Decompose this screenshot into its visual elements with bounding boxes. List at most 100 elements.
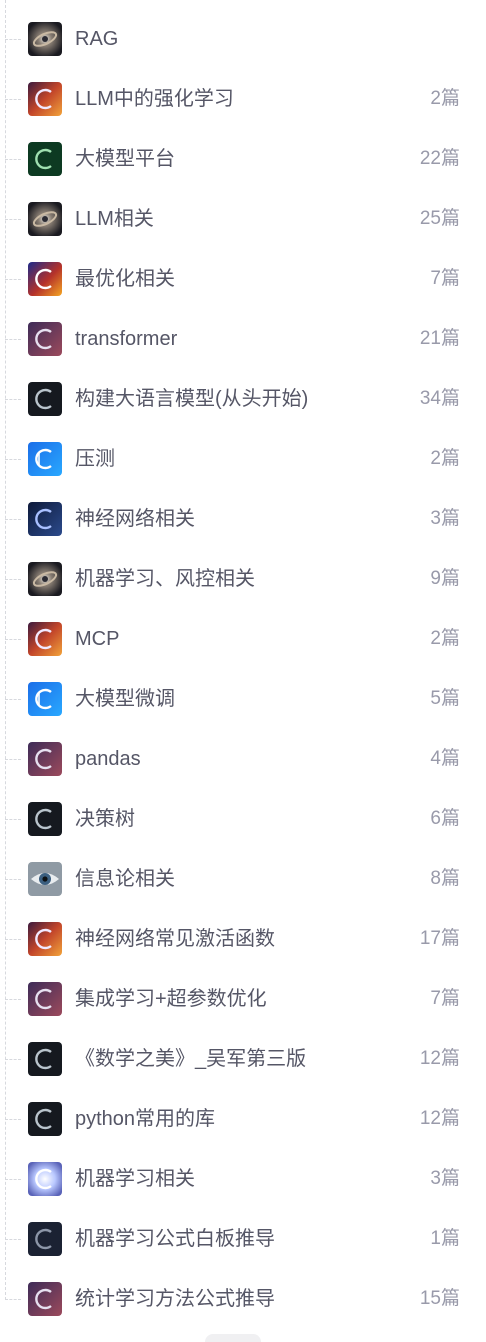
article-count: 3篇 bbox=[430, 508, 460, 529]
category-item-statistical-learning[interactable]: 统计学习方法公式推导 15篇 bbox=[0, 1260, 486, 1320]
tree-branch bbox=[5, 1299, 21, 1300]
tree-branch bbox=[5, 999, 21, 1000]
vortex-thumbnail-icon bbox=[28, 202, 62, 236]
category-item-neural-networks[interactable]: 神经网络相关 3篇 bbox=[0, 480, 486, 540]
blue-c-thumbnail-icon bbox=[28, 442, 62, 476]
category-item-ml-whiteboard[interactable]: 机器学习公式白板推导 1篇 bbox=[0, 1200, 486, 1260]
purple-c-thumbnail-icon bbox=[28, 322, 62, 356]
article-count: 3篇 bbox=[430, 1168, 460, 1189]
category-item-rag[interactable]: RAG bbox=[0, 0, 486, 60]
category-item-llm-rl[interactable]: LLM中的强化学习 2篇 bbox=[0, 60, 486, 120]
category-item-optimization[interactable]: 最优化相关 7篇 bbox=[0, 240, 486, 300]
dark-c-thumbnail-icon bbox=[28, 502, 62, 536]
tree-branch bbox=[5, 1239, 21, 1240]
category-item-decision-tree[interactable]: 决策树 6篇 bbox=[0, 780, 486, 840]
category-name: 压测 bbox=[75, 448, 115, 470]
article-count: 8篇 bbox=[430, 868, 460, 889]
category-name: 神经网络相关 bbox=[75, 508, 195, 530]
category-tree: RAG LLM中的强化学习 2篇 大模型平台 22篇 LLM相关 25篇 最优化… bbox=[0, 0, 486, 1342]
category-name: 信息论相关 bbox=[75, 868, 175, 890]
vortex-thumbnail-icon bbox=[28, 22, 62, 56]
category-name: LLM相关 bbox=[75, 208, 154, 230]
category-name: 机器学习相关 bbox=[75, 1168, 195, 1190]
purple-c-thumbnail-icon bbox=[28, 742, 62, 776]
tree-branch bbox=[5, 279, 21, 280]
vortex-thumbnail-icon bbox=[28, 562, 62, 596]
article-count: 5篇 bbox=[430, 688, 460, 709]
tree-branch bbox=[5, 39, 21, 40]
tree-branch bbox=[5, 699, 21, 700]
article-count: 22篇 bbox=[419, 148, 460, 169]
category-item-load-test[interactable]: 压测 2篇 bbox=[0, 420, 486, 480]
article-count: 7篇 bbox=[430, 988, 460, 1009]
article-count: 9篇 bbox=[430, 568, 460, 589]
category-name: python常用的库 bbox=[75, 1108, 216, 1130]
category-name: 《数学之美》_吴军第三版 bbox=[75, 1048, 307, 1070]
category-name: 机器学习公式白板推导 bbox=[75, 1228, 275, 1250]
tree-branch bbox=[5, 1059, 21, 1060]
category-item-llm-related[interactable]: LLM相关 25篇 bbox=[0, 180, 486, 240]
tree-branch bbox=[5, 1179, 21, 1180]
dark-c-thumbnail-icon bbox=[28, 1042, 62, 1076]
category-name: MCP bbox=[75, 628, 120, 650]
tree-branch bbox=[5, 819, 21, 820]
article-count: 21篇 bbox=[419, 328, 460, 349]
category-item-ensemble-learning[interactable]: 集成学习+超参数优化 7篇 bbox=[0, 960, 486, 1020]
category-item-activation-functions[interactable]: 神经网络常见激活函数 17篇 bbox=[0, 900, 486, 960]
category-name: 机器学习、风控相关 bbox=[75, 568, 255, 590]
category-item-build-llm[interactable]: 构建大语言模型(从头开始) 34篇 bbox=[0, 360, 486, 420]
article-count: 2篇 bbox=[430, 88, 460, 109]
category-item-pandas[interactable]: pandas 4篇 bbox=[0, 720, 486, 780]
tree-branch bbox=[5, 399, 21, 400]
category-item-llm-platform[interactable]: 大模型平台 22篇 bbox=[0, 120, 486, 180]
eye-thumbnail-icon bbox=[28, 862, 62, 896]
category-name: 构建大语言模型(从头开始) bbox=[75, 388, 309, 410]
tree-branch bbox=[5, 579, 21, 580]
category-item-transformer[interactable]: transformer 21篇 bbox=[0, 300, 486, 360]
category-name: 集成学习+超参数优化 bbox=[75, 988, 267, 1010]
category-name: 最优化相关 bbox=[75, 268, 175, 290]
category-item-information-theory[interactable]: 信息论相关 8篇 bbox=[0, 840, 486, 900]
purple-c-thumbnail-icon bbox=[28, 982, 62, 1016]
category-item-python-libraries[interactable]: python常用的库 12篇 bbox=[0, 1080, 486, 1140]
tree-branch bbox=[5, 639, 21, 640]
category-name: 统计学习方法公式推导 bbox=[75, 1288, 275, 1310]
light-c-thumbnail-icon bbox=[28, 1162, 62, 1196]
article-count: 2篇 bbox=[430, 628, 460, 649]
tree-branch bbox=[5, 939, 21, 940]
category-name: transformer bbox=[75, 328, 178, 350]
category-name: 神经网络常见激活函数 bbox=[75, 928, 275, 950]
category-name: pandas bbox=[75, 748, 141, 770]
article-count: 17篇 bbox=[419, 928, 460, 949]
tree-branch bbox=[5, 879, 21, 880]
purple-c-thumbnail-icon bbox=[28, 1282, 62, 1316]
category-name: 大模型微调 bbox=[75, 688, 175, 710]
tree-branch bbox=[5, 339, 21, 340]
tree-branch bbox=[5, 159, 21, 160]
article-count: 12篇 bbox=[419, 1108, 460, 1129]
dark-c-thumbnail-icon bbox=[28, 382, 62, 416]
article-count: 34篇 bbox=[419, 388, 460, 409]
category-item-machine-learning[interactable]: 机器学习相关 3篇 bbox=[0, 1140, 486, 1200]
article-count: 2篇 bbox=[430, 448, 460, 469]
article-count: 6篇 bbox=[430, 808, 460, 829]
fire-c-thumbnail-icon bbox=[28, 922, 62, 956]
category-name: 大模型平台 bbox=[75, 148, 175, 170]
category-item-beauty-of-math[interactable]: 《数学之美》_吴军第三版 12篇 bbox=[0, 1020, 486, 1080]
tree-branch bbox=[5, 219, 21, 220]
category-name: 决策树 bbox=[75, 808, 135, 830]
category-name: RAG bbox=[75, 28, 119, 50]
article-count: 1篇 bbox=[430, 1228, 460, 1249]
tree-branch bbox=[5, 99, 21, 100]
dark-c-thumbnail-icon bbox=[28, 802, 62, 836]
fire-c-thumbnail-icon bbox=[28, 262, 62, 296]
navy-c-thumbnail-icon bbox=[28, 1222, 62, 1256]
category-item-ml-risk[interactable]: 机器学习、风控相关 9篇 bbox=[0, 540, 486, 600]
collapse-toggle-button[interactable] bbox=[205, 1334, 261, 1342]
article-count: 7篇 bbox=[430, 268, 460, 289]
category-item-llm-finetune[interactable]: 大模型微调 5篇 bbox=[0, 660, 486, 720]
fire-c-thumbnail-icon bbox=[28, 82, 62, 116]
article-count: 25篇 bbox=[419, 208, 460, 229]
category-item-mcp[interactable]: MCP 2篇 bbox=[0, 600, 486, 660]
green-c-thumbnail-icon bbox=[28, 142, 62, 176]
